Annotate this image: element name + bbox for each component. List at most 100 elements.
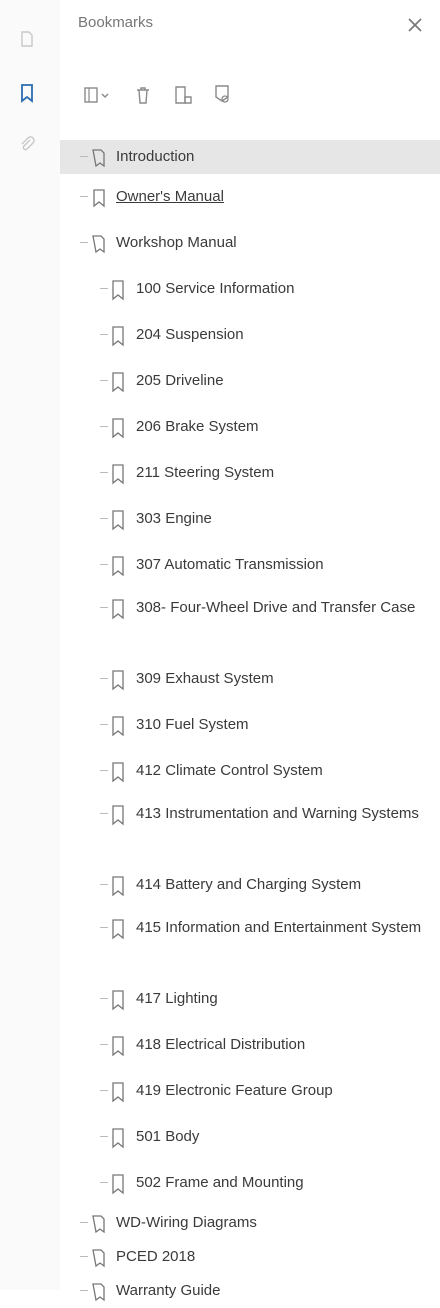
bookmark-label: Workshop Manual — [116, 234, 237, 251]
bookmark-label: Owner's Manual — [116, 188, 224, 205]
bookmark-icon — [112, 599, 124, 620]
bookmarks-panel: Bookmarks Introduction Owner's Manual Wo… — [60, 0, 440, 1302]
tree-line — [98, 323, 110, 347]
delete-bookmark-button[interactable] — [128, 81, 158, 109]
bookmark-icon — [112, 510, 124, 531]
bookmark-workshop-manual[interactable]: Workshop Manual — [60, 220, 440, 266]
bookmark-open-icon — [92, 149, 105, 168]
tree-line — [98, 987, 110, 1011]
bookmark-item[interactable]: 206 Brake System — [60, 404, 440, 450]
bookmark-label: 303 Engine — [136, 510, 212, 527]
tree-line — [78, 1245, 90, 1269]
bookmark-label: 100 Service Information — [136, 280, 295, 297]
bookmark-label: Introduction — [116, 148, 195, 165]
panel-title: Bookmarks — [78, 14, 154, 31]
bookmark-item[interactable]: 310 Fuel System — [60, 702, 440, 748]
bookmarks-button[interactable] — [14, 80, 40, 106]
bookmark-open-icon — [92, 1215, 105, 1234]
bookmark-icon — [112, 1128, 124, 1149]
close-panel-button[interactable] — [404, 14, 426, 36]
tree-line — [98, 1171, 110, 1195]
bookmark-label: PCED 2018 — [116, 1248, 196, 1265]
bookmark-item[interactable]: 417 Lighting — [60, 976, 440, 1022]
bookmark-icon — [112, 805, 124, 826]
tree-line — [98, 507, 110, 531]
bookmark-open-icon — [92, 1249, 105, 1268]
bookmark-item[interactable]: 307 Automatic Transmission — [60, 542, 440, 588]
bookmark-item[interactable]: 303 Engine — [60, 496, 440, 542]
bookmark-icon — [112, 1036, 124, 1057]
bookmark-item[interactable]: 100 Service Information — [60, 266, 440, 312]
new-bookmark-icon — [175, 86, 192, 104]
attachments-button[interactable] — [14, 132, 40, 158]
bookmark-icon — [112, 556, 124, 577]
bookmark-label: 501 Body — [136, 1128, 200, 1145]
bookmark-icon — [112, 280, 124, 301]
bookmark-icon — [112, 1174, 124, 1195]
bookmark-icon — [112, 762, 124, 783]
delete-bookmark-icon — [137, 87, 149, 104]
bookmark-icon — [93, 189, 105, 208]
tree-line — [78, 1279, 90, 1303]
tree-line — [78, 1211, 90, 1235]
bookmark-icon — [112, 670, 124, 691]
bookmark-item[interactable]: 502 Frame and Mounting — [60, 1160, 440, 1206]
bookmark-item[interactable]: 501 Body — [60, 1114, 440, 1160]
bookmark-label: WD-Wiring Diagrams — [116, 1214, 257, 1231]
bookmark-icon — [112, 418, 124, 439]
tree-line — [98, 1033, 110, 1057]
bookmark-item[interactable]: 415 Information and Entertainment System — [60, 908, 440, 976]
bookmark-owners-manual[interactable]: Owner's Manual — [60, 174, 440, 220]
bookmark-item[interactable]: 412 Climate Control System — [60, 748, 440, 794]
bookmark-item[interactable]: 419 Electronic Feature Group — [60, 1068, 440, 1114]
bookmark-item[interactable]: 205 Driveline — [60, 358, 440, 404]
tree-line — [98, 713, 110, 737]
bookmark-icon — [112, 716, 124, 737]
bookmark-open-icon — [92, 235, 105, 254]
bookmark-item[interactable]: 414 Battery and Charging System — [60, 862, 440, 908]
bookmark-label: 204 Suspension — [136, 326, 244, 343]
options-menu-icon — [84, 87, 109, 103]
bookmark-label: Warranty Guide — [116, 1282, 221, 1299]
bookmark-label: 307 Automatic Transmission — [136, 556, 324, 573]
bookmark-introduction[interactable]: Introduction — [60, 140, 440, 174]
bookmark-warranty-guide[interactable]: Warranty Guide — [60, 1274, 440, 1308]
tree-line — [98, 802, 110, 826]
tree-line — [98, 873, 110, 897]
close-icon — [408, 18, 422, 32]
tree-line — [98, 553, 110, 577]
tree-line — [98, 916, 110, 940]
bookmark-item[interactable]: 309 Exhaust System — [60, 656, 440, 702]
tree-line — [98, 1079, 110, 1103]
bookmark-icon — [112, 990, 124, 1011]
tree-line — [78, 231, 90, 255]
bookmarks-toolbar — [78, 80, 238, 110]
find-bookmark-button[interactable] — [208, 81, 238, 109]
tree-line — [98, 1125, 110, 1149]
options-menu-button[interactable] — [78, 81, 118, 109]
page-thumbnails-button[interactable] — [14, 26, 40, 52]
tree-line — [98, 277, 110, 301]
bookmark-item[interactable]: 211 Steering System — [60, 450, 440, 496]
bookmark-label: 309 Exhaust System — [136, 670, 274, 687]
bookmark-icon — [112, 876, 124, 897]
bookmark-wiring-diagrams[interactable]: WD-Wiring Diagrams — [60, 1206, 440, 1240]
bookmark-open-icon — [92, 1283, 105, 1302]
bookmark-label: 417 Lighting — [136, 990, 218, 1007]
bookmark-item[interactable]: 413 Instrumentation and Warning Systems — [60, 794, 440, 862]
bookmark-label: 418 Electrical Distribution — [136, 1036, 306, 1053]
bookmark-icon — [112, 464, 124, 485]
tree-line — [78, 145, 90, 169]
bookmark-item[interactable]: 308- Four-Wheel Drive and Transfer Case — [60, 588, 440, 656]
bookmark-item[interactable]: 418 Electrical Distribution — [60, 1022, 440, 1068]
bookmark-label: 211 Steering System — [136, 464, 275, 481]
bookmark-pced-2018[interactable]: PCED 2018 — [60, 1240, 440, 1274]
bookmark-icon — [112, 1082, 124, 1103]
tree-line — [98, 369, 110, 393]
bookmark-label: 310 Fuel System — [136, 716, 249, 733]
bookmark-icon — [21, 84, 33, 103]
bookmark-label: 308- Four-Wheel Drive and Transfer Case — [136, 599, 416, 616]
bookmark-item[interactable]: 204 Suspension — [60, 312, 440, 358]
bookmark-icon — [112, 372, 124, 393]
new-bookmark-button[interactable] — [168, 81, 198, 109]
